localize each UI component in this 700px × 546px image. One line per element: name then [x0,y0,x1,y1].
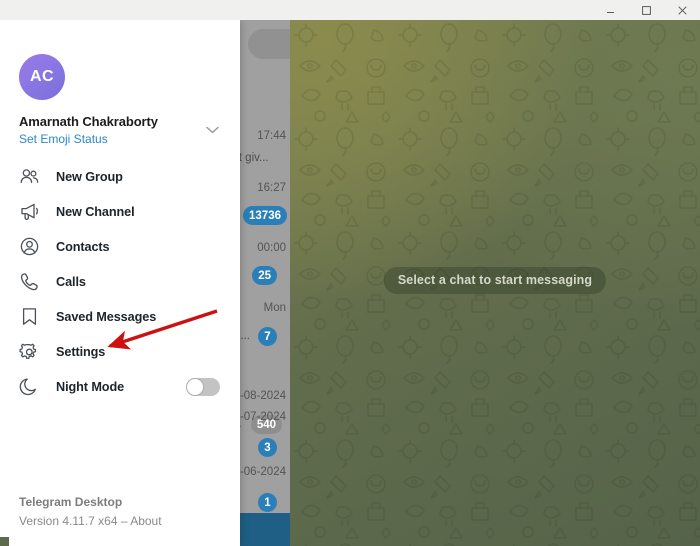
account-header[interactable]: AC Amarnath Chakraborty Set Emoji Status [0,20,240,146]
minimize-button[interactable] [592,0,628,20]
chat-timestamp: 00:00 [257,242,286,254]
list-item[interactable]: 00:00 25 [240,230,290,286]
window-controls [592,0,700,20]
avatar[interactable]: AC [19,54,65,100]
close-button[interactable] [664,0,700,20]
night-mode-toggle[interactable] [186,377,220,396]
menu-item-night-mode[interactable]: Night Mode [0,369,240,404]
list-item[interactable]: -08-2024 ... 540 [240,345,290,434]
account-name: Amarnath Chakraborty [19,114,158,129]
list-item[interactable]: -06-2024 1 [240,455,290,512]
menu-items-list: New Group New Channel Contacts Calls Sav… [0,159,240,404]
maximize-button[interactable] [628,0,664,20]
menu-item-label: Calls [56,274,86,289]
telegram-desktop-window: Select a chat to start messaging 17:44 n… [0,0,700,546]
unread-badge: 25 [252,266,277,285]
app-name: Telegram Desktop [19,495,123,509]
search-input[interactable] [248,29,290,59]
calls-icon [18,271,40,293]
menu-item-label: Saved Messages [56,309,157,324]
chat-timestamp: 16:27 [257,182,286,194]
chat-preview: not giv... [240,152,269,164]
unread-badge: 13736 [243,206,287,225]
window-titlebar [0,0,700,20]
menu-item-new-channel[interactable]: New Channel [0,194,240,229]
menu-item-new-group[interactable]: New Group [0,159,240,194]
empty-chat-message: Select a chat to start messaging [383,267,607,294]
chat-timestamp: Mon [263,302,286,314]
saved-messages-icon [18,306,40,328]
menu-item-label: Contacts [56,239,110,254]
night-mode-icon [18,376,40,398]
background-sliver-bottom-left [0,537,9,546]
menu-item-label: Night Mode [56,379,125,394]
menu-item-settings[interactable]: Settings [0,334,240,369]
menu-item-label: New Channel [56,204,135,219]
chat-list-column[interactable]: 17:44 not giv... 16:27 ... 13736 00:00 2… [240,20,290,546]
chat-preview: o... [240,330,250,342]
main-menu-panel: AC Amarnath Chakraborty Set Emoji Status [0,20,240,546]
menu-footer: Telegram Desktop Version 4.11.7 x64 – Ab… [19,495,162,528]
settings-icon [18,341,40,363]
menu-item-saved-messages[interactable]: Saved Messages [0,299,240,334]
toggle-knob [187,378,203,395]
chat-background-pane: Select a chat to start messaging [290,20,700,546]
unread-badge: 1 [258,493,277,512]
list-item[interactable]: Mon o... 7 [240,288,290,346]
chat-timestamp: -07-2024 [240,411,286,423]
chat-timestamp: -06-2024 [240,466,286,478]
unread-badge: 7 [258,327,277,346]
selected-chat-row[interactable] [240,513,290,546]
menu-item-contacts[interactable]: Contacts [0,229,240,264]
chevron-down-icon[interactable] [202,123,222,137]
menu-item-label: New Group [56,169,123,184]
set-emoji-status-link[interactable]: Set Emoji Status [19,132,108,146]
new-channel-icon [18,201,40,223]
menu-item-calls[interactable]: Calls [0,264,240,299]
app-version-about[interactable]: Version 4.11.7 x64 – About [19,514,162,528]
new-group-icon [18,166,40,188]
list-item[interactable]: 16:27 ... 13736 [240,168,290,225]
list-item[interactable]: 17:44 not giv... [240,112,290,168]
list-item[interactable]: -07-2024 3 [240,400,290,457]
contacts-icon [18,236,40,258]
menu-item-label: Settings [56,344,106,359]
chat-timestamp: 17:44 [257,130,286,142]
